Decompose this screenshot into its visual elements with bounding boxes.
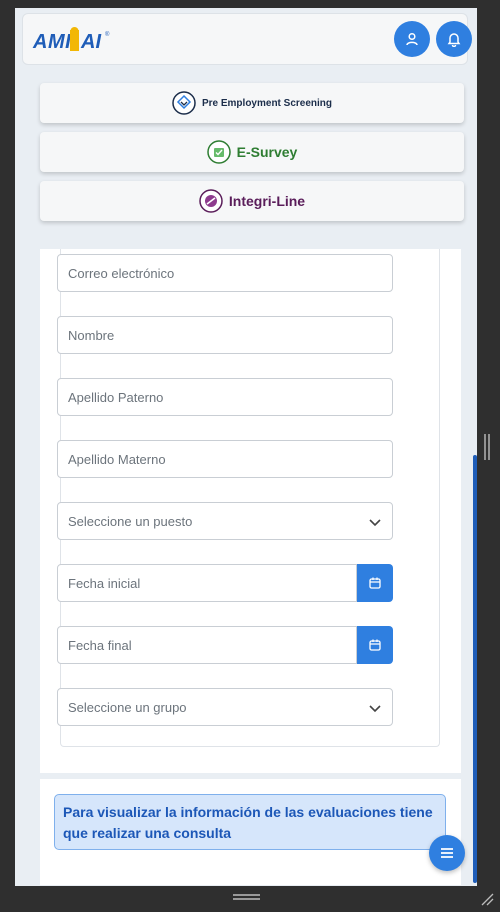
email-placeholder: Correo electrónico bbox=[68, 265, 175, 281]
start-date-field[interactable]: Fecha inicial bbox=[57, 564, 357, 602]
notifications-button[interactable] bbox=[436, 21, 472, 57]
name-field[interactable]: Nombre bbox=[57, 316, 393, 354]
chevron-down-icon bbox=[369, 519, 381, 527]
module-e-survey[interactable]: E-Survey bbox=[40, 132, 464, 172]
module-pre-employment-screening[interactable]: Pre Employment Screening bbox=[40, 83, 464, 123]
user-icon bbox=[406, 32, 418, 46]
vertical-scrollbar-thumb[interactable] bbox=[473, 455, 477, 883]
maternal-surname-placeholder: Apellido Materno bbox=[68, 451, 166, 467]
chevron-down-icon bbox=[369, 705, 381, 713]
module-label: Pre Employment Screening bbox=[201, 97, 333, 109]
e-survey-logo-icon bbox=[206, 140, 231, 164]
pre-employment-screening-logo-icon bbox=[172, 91, 196, 115]
end-date-calendar-button[interactable] bbox=[357, 626, 393, 664]
start-date-calendar-button[interactable] bbox=[357, 564, 393, 602]
vertical-resize-handle-icon[interactable] bbox=[484, 434, 490, 460]
horizontal-resize-handle-icon[interactable] bbox=[233, 893, 260, 901]
calendar-icon bbox=[369, 577, 381, 589]
module-label: E-Survey bbox=[236, 144, 298, 160]
app-viewport: AMI AI ® Pre Employment Screening E-Surv… bbox=[15, 8, 477, 886]
maternal-surname-field[interactable]: Apellido Materno bbox=[57, 440, 393, 478]
position-select[interactable]: Seleccione un puesto bbox=[57, 502, 393, 540]
info-alert-message: Para visualizar la información de las ev… bbox=[63, 804, 433, 841]
module-label: Integri-Line bbox=[228, 193, 306, 209]
bell-icon bbox=[447, 33, 461, 47]
group-select[interactable]: Seleccione un grupo bbox=[57, 688, 393, 726]
account-button[interactable] bbox=[394, 21, 430, 57]
start-date-placeholder: Fecha inicial bbox=[68, 575, 141, 591]
menu-fab-button[interactable] bbox=[429, 835, 465, 871]
paternal-surname-field[interactable]: Apellido Paterno bbox=[57, 378, 393, 416]
end-date-field[interactable]: Fecha final bbox=[57, 626, 357, 664]
module-integri-line[interactable]: Integri-Line bbox=[40, 181, 464, 221]
name-placeholder: Nombre bbox=[68, 327, 115, 343]
position-select-value: Seleccione un puesto bbox=[68, 513, 193, 529]
group-select-value: Seleccione un grupo bbox=[68, 699, 187, 715]
resize-corner-icon[interactable] bbox=[480, 892, 494, 906]
paternal-surname-placeholder: Apellido Paterno bbox=[68, 389, 164, 405]
amitai-logo[interactable]: AMI AI ® bbox=[32, 26, 122, 56]
end-date-placeholder: Fecha final bbox=[68, 637, 132, 653]
results-card: Para visualizar la información de las ev… bbox=[40, 779, 461, 885]
svg-text:AI: AI bbox=[80, 31, 101, 53]
svg-text:®: ® bbox=[105, 31, 110, 38]
email-field[interactable]: Correo electrónico bbox=[57, 254, 393, 292]
integri-line-logo-icon bbox=[199, 189, 223, 213]
top-navbar: AMI AI ® bbox=[22, 13, 472, 65]
svg-text:AMI: AMI bbox=[32, 31, 71, 53]
hamburger-menu-icon bbox=[441, 848, 453, 858]
calendar-icon bbox=[369, 639, 381, 651]
info-alert: Para visualizar la información de las ev… bbox=[54, 794, 446, 850]
